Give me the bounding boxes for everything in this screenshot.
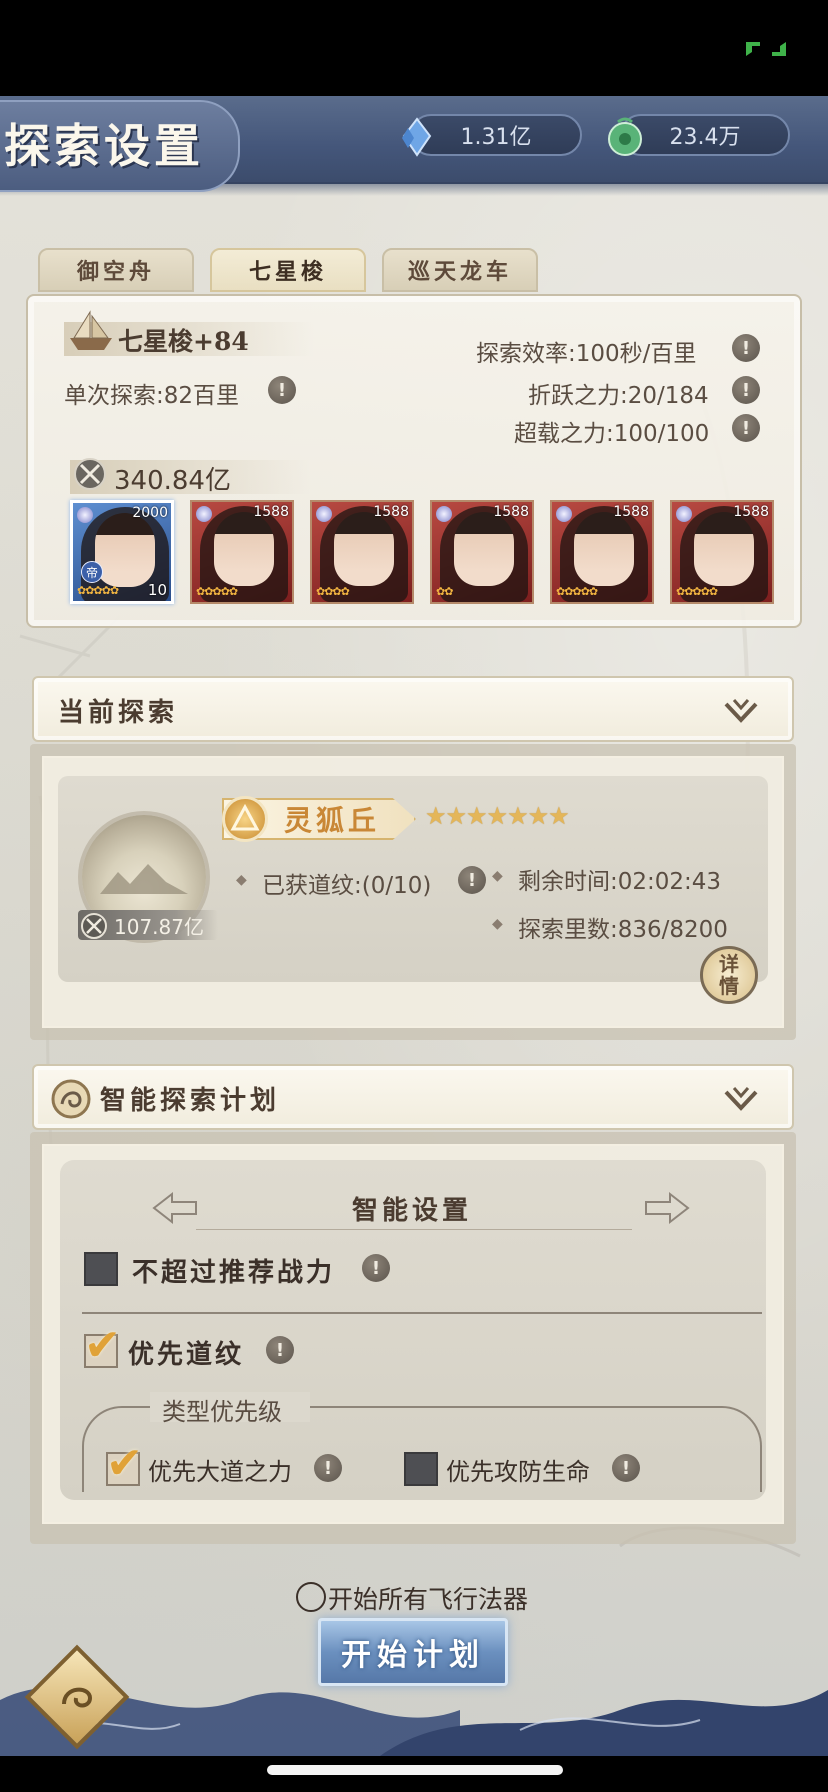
efficiency-text: 探索效率:100秒/百里 (476, 341, 697, 367)
remaining-time-text: 剩余时间:02:02:43 (518, 869, 722, 895)
hero-stars: ✿✿✿✿✿ (556, 585, 598, 598)
status-bar (0, 0, 828, 96)
hero-count: 10 (147, 581, 167, 599)
runes-text: 已获道纹:(0/10) (262, 873, 432, 899)
bullet-icon: ◆ (236, 872, 247, 888)
distance-text: 探索里数:836/8200 (518, 917, 728, 943)
start-plan-label: 开始计划 (341, 1638, 485, 1673)
checkmark-icon: ✔ (84, 1320, 121, 1371)
info-icon[interactable]: ! (268, 376, 296, 404)
spirit-crystal-icon (402, 117, 432, 157)
spirit-crystal-value: 1.31亿 (460, 125, 532, 150)
hero-slot[interactable]: 1588 ✿✿✿✿✿ (190, 500, 294, 604)
prefer-runes-label: 优先道纹 (128, 1340, 245, 1370)
hero-level: 1588 (373, 504, 409, 520)
combat-power-icon (74, 458, 106, 490)
hero-stars: ✿✿✿✿✿ (676, 585, 718, 598)
detail-label: 详情 (719, 952, 739, 998)
smart-plan-icon (51, 1079, 91, 1119)
jump-power-text: 折跃之力:20/184 (528, 383, 709, 409)
zone-power-value: 107.87亿 (114, 914, 204, 939)
page-title: 探索设置 (4, 119, 204, 173)
ship-name: 七星梭+84 (118, 327, 249, 356)
combat-power-value: 340.84亿 (114, 466, 231, 496)
tab-label: 七星梭 (248, 259, 327, 285)
priority-title: 类型优先级 (162, 1398, 282, 1426)
info-icon[interactable]: ! (612, 1454, 640, 1482)
tab-label: 御空舟 (76, 259, 155, 285)
hero-level: 1588 (613, 504, 649, 520)
tab-seven-star-shuttle[interactable]: 七星梭 (210, 248, 366, 292)
tab-dragon-chariot[interactable]: 巡天龙车 (382, 248, 538, 292)
bullet-icon: ◆ (492, 868, 503, 884)
tab-label: 巡天龙车 (407, 259, 512, 285)
zone-emblem-icon (222, 796, 268, 842)
ornament-left-icon (152, 1191, 197, 1225)
zone-stars: ★★★★★★★ (425, 802, 570, 830)
no-exceed-label: 不超过推荐战力 (132, 1258, 336, 1288)
tab-sky-boat[interactable]: 御空舟 (38, 248, 194, 292)
combat-power-icon (81, 913, 107, 939)
hero-stars: ✿✿✿✿ (316, 585, 350, 598)
chevron-down-icon[interactable] (722, 1084, 760, 1114)
game-screen: 探索设置 1.31亿 23.4万 御空舟 七星梭 巡天龙车 七星梭+84 单次探… (0, 0, 828, 1792)
info-icon[interactable]: ! (458, 866, 486, 894)
hero-level: 1588 (733, 504, 769, 520)
overload-power-text: 超载之力:100/100 (514, 421, 710, 447)
boat-icon (70, 310, 112, 350)
ornament-right-icon (645, 1191, 690, 1225)
start-plan-button[interactable]: 开始计划 (318, 1618, 508, 1686)
settings-title: 智能设置 (352, 1196, 473, 1226)
info-icon[interactable]: ! (732, 414, 760, 442)
hero-slot[interactable]: 2000 ✿✿✿✿✿ 10 帝 (70, 500, 174, 604)
start-all-radio[interactable] (296, 1582, 326, 1612)
hero-slot[interactable]: 1588 ✿✿✿✿✿ (670, 500, 774, 604)
fullscreen-icon (746, 42, 786, 56)
home-indicator[interactable] (267, 1765, 563, 1775)
hero-rank-badge: 帝 (81, 561, 103, 583)
attack-def-label: 优先攻防生命 (446, 1458, 590, 1486)
hero-slot[interactable]: 1588 ✿✿✿✿ (310, 500, 414, 604)
hero-stars: ✿✿ (436, 585, 453, 598)
attack-def-checkbox[interactable] (404, 1452, 438, 1486)
info-icon[interactable]: ! (362, 1254, 390, 1282)
info-icon[interactable]: ! (732, 334, 760, 362)
hero-level: 2000 (132, 505, 168, 521)
hero-stars: ✿✿✿✿✿ (77, 584, 119, 597)
single-explore-text: 单次探索:82百里 (64, 383, 240, 409)
section-title: 当前探索 (58, 698, 179, 728)
section-title: 智能探索计划 (100, 1086, 281, 1116)
dao-power-checkbox[interactable]: ✔ (106, 1438, 143, 1489)
hero-level: 1588 (493, 504, 529, 520)
chevron-down-icon[interactable] (722, 696, 760, 726)
checkmark-icon: ✔ (106, 1438, 143, 1489)
hero-slot[interactable]: 1588 ✿✿ (430, 500, 534, 604)
hero-stars: ✿✿✿✿✿ (196, 585, 238, 598)
dao-power-label: 优先大道之力 (148, 1458, 292, 1486)
jade-coin-value: 23.4万 (669, 125, 741, 150)
prefer-runes-checkbox[interactable]: ✔ (84, 1320, 121, 1371)
info-icon[interactable]: ! (314, 1454, 342, 1482)
swirl-icon (62, 1687, 93, 1708)
smart-plan-header[interactable]: 智能探索计划 (32, 1064, 794, 1130)
hero-slot[interactable]: 1588 ✿✿✿✿✿ (550, 500, 654, 604)
mountain-icon (100, 864, 188, 894)
zone-name: 灵狐丘 (284, 804, 381, 837)
start-all-label: 开始所有飞行法器 (328, 1585, 529, 1614)
hero-level: 1588 (253, 504, 289, 520)
bullet-icon: ◆ (492, 916, 503, 932)
divider (82, 1312, 762, 1314)
detail-button[interactable]: 详情 (700, 946, 758, 1004)
info-icon[interactable]: ! (266, 1336, 294, 1364)
info-icon[interactable]: ! (732, 376, 760, 404)
no-exceed-checkbox[interactable] (84, 1252, 118, 1286)
jade-coin-icon (608, 117, 642, 156)
current-explore-header[interactable]: 当前探索 (32, 676, 794, 742)
